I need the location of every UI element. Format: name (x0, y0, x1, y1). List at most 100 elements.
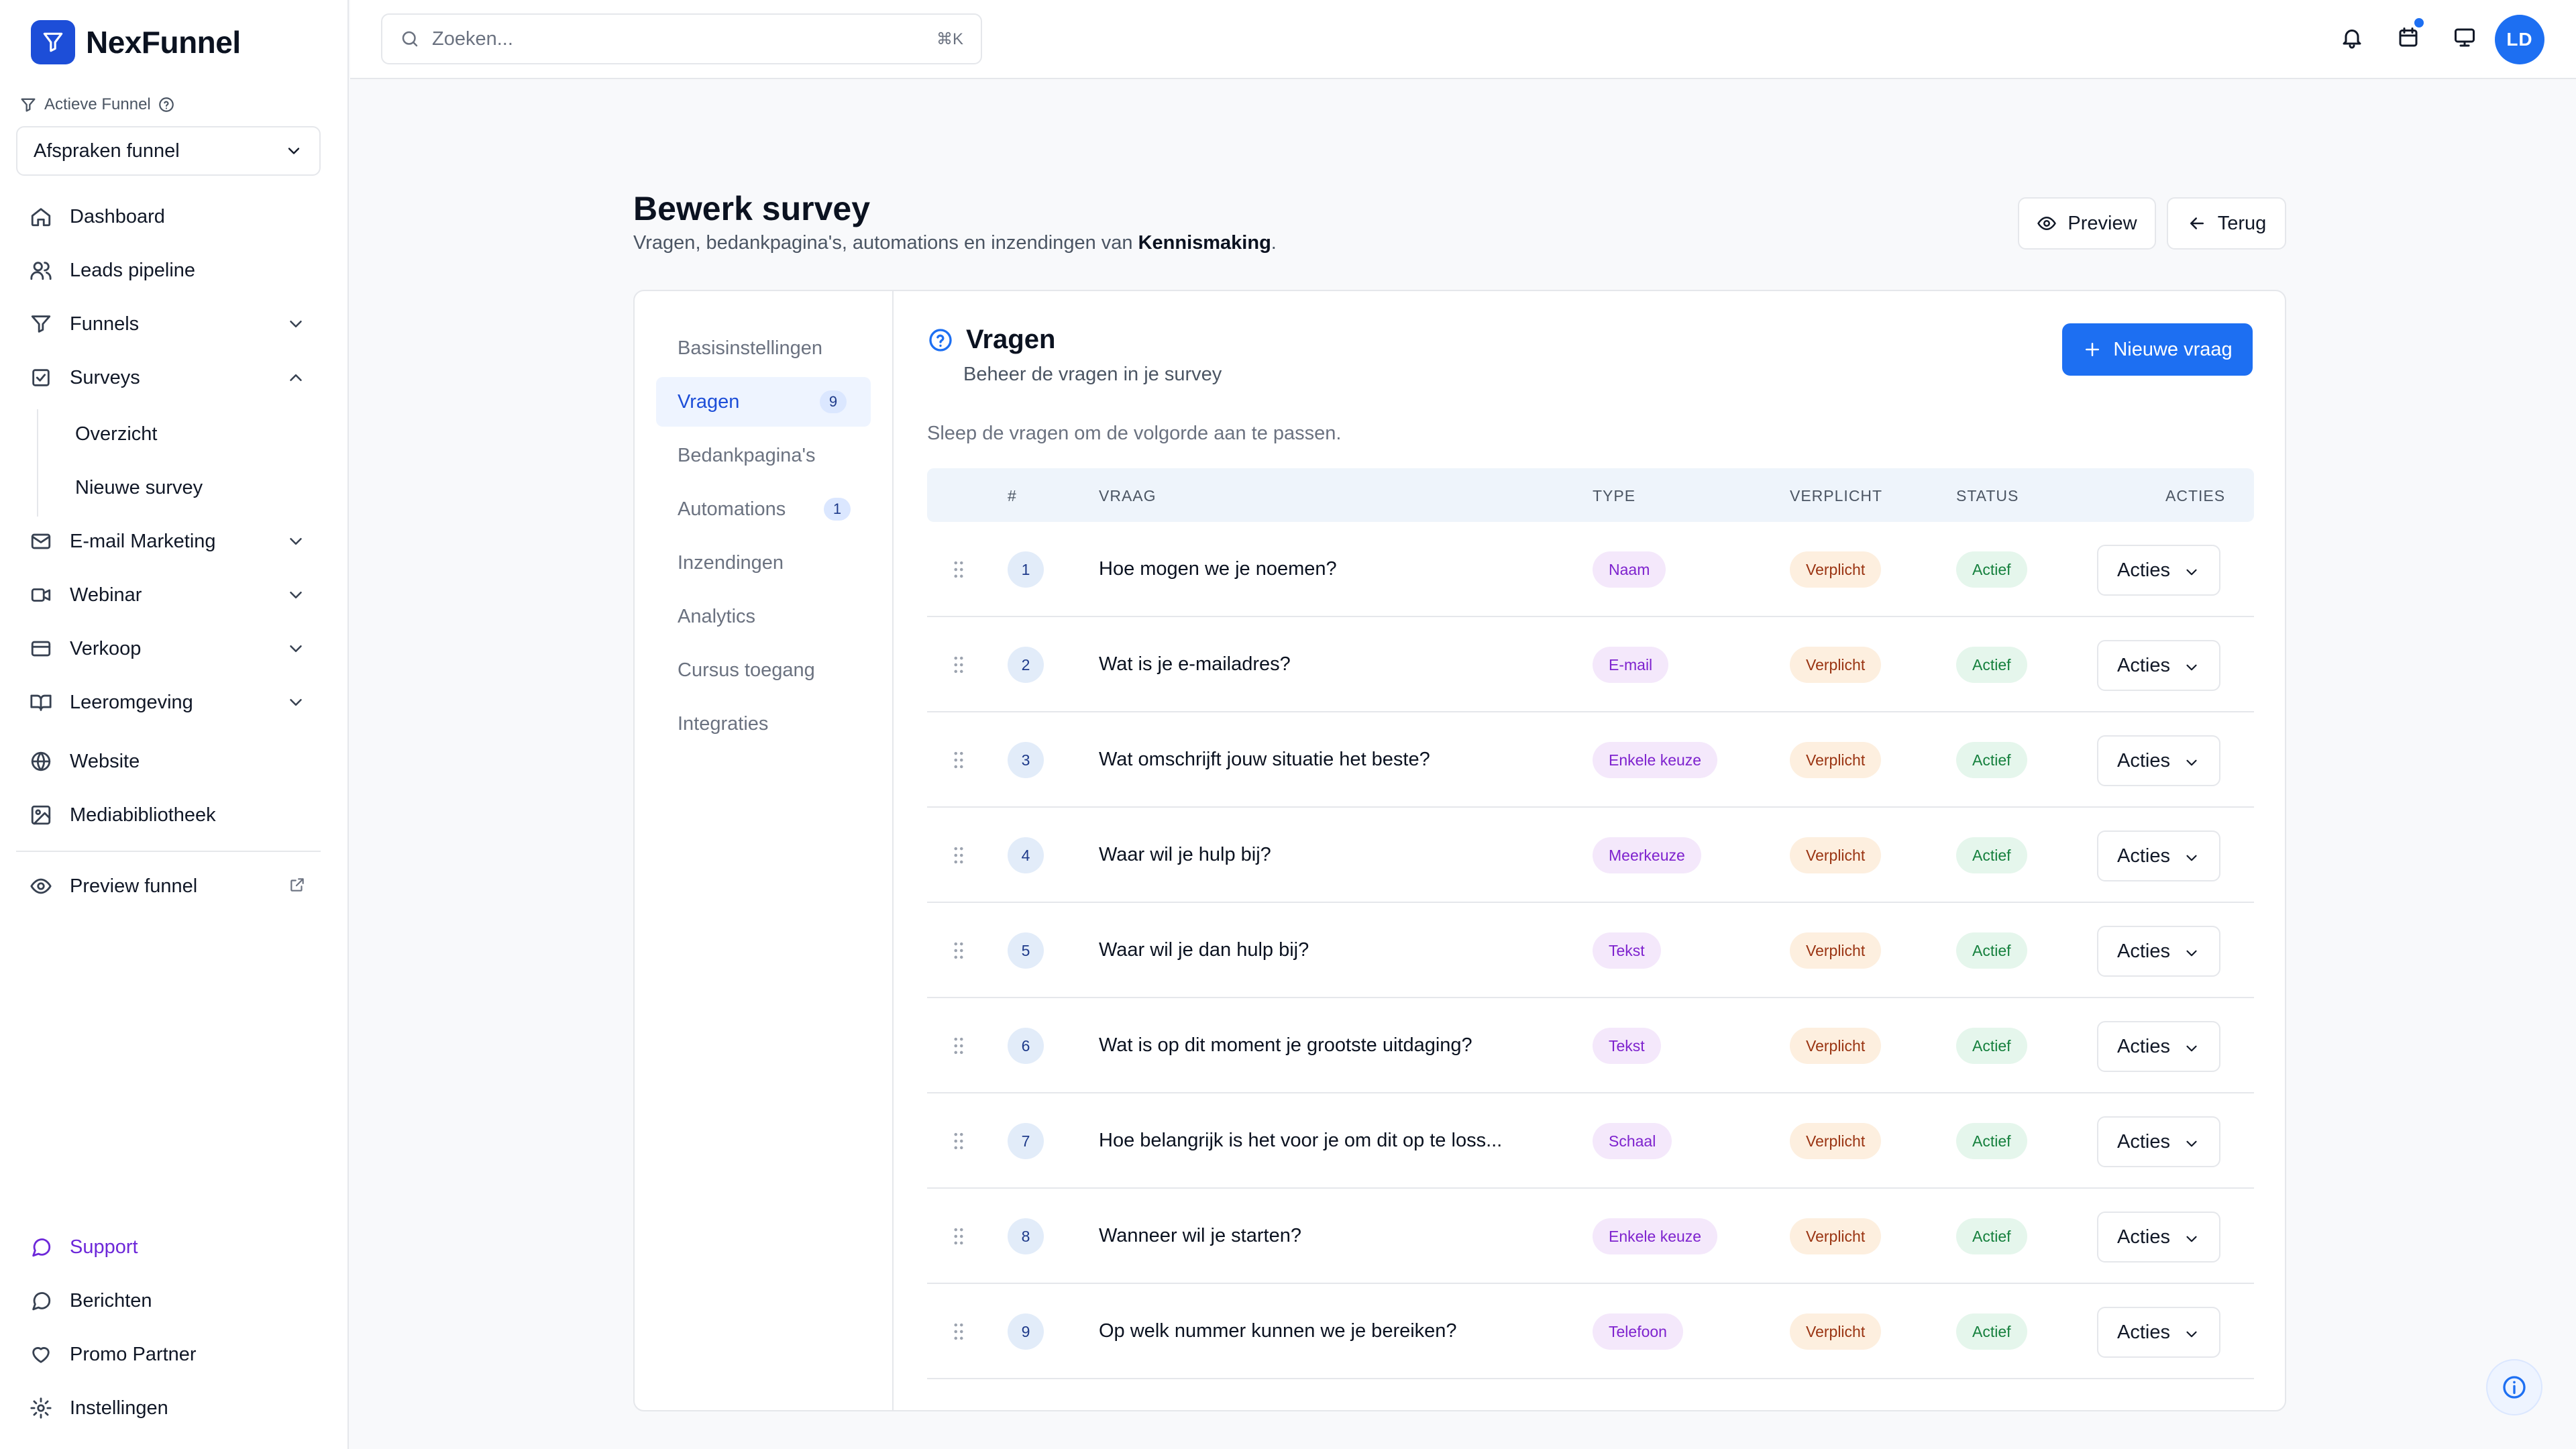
chevron-down-icon (290, 645, 302, 652)
drag-handle-icon[interactable] (947, 749, 970, 771)
tab-cursus-toegang[interactable]: Cursus toegang (656, 645, 871, 695)
table-row[interactable]: 9 Op welk nummer kunnen we je bereiken? Te… (927, 1284, 2254, 1379)
avatar[interactable]: LD (2495, 15, 2544, 64)
tab-automations[interactable]: Automations 1 (656, 484, 871, 534)
row-actions-button[interactable]: Acties (2097, 640, 2220, 691)
search-input[interactable] (432, 28, 936, 50)
row-actions-button[interactable]: Acties (2097, 830, 2220, 881)
tab-vragen[interactable]: Vragen 9 (656, 377, 871, 427)
nav-berichten[interactable]: Berichten (16, 1277, 321, 1324)
row-actions-button[interactable]: Acties (2097, 545, 2220, 596)
drag-handle-icon[interactable] (947, 653, 970, 676)
help-circle-icon[interactable] (158, 96, 175, 113)
drag-handle-icon[interactable] (947, 939, 970, 962)
nav-berichten-label: Berichten (70, 1289, 152, 1311)
funnel-select[interactable]: Afspraken funnel (16, 126, 321, 176)
drag-handle-icon[interactable] (947, 558, 970, 581)
type-badge: Tekst (1593, 932, 1661, 969)
nav-surveys-label: Surveys (70, 366, 140, 388)
table-row[interactable]: 6 Wat is op dit moment je grootste uitdag… (927, 998, 2254, 1093)
mail-icon (31, 533, 51, 549)
question-text: Op welk nummer kunnen we je bereiken? (1099, 1320, 1457, 1342)
nav-leeromgeving[interactable]: Leeromgeving (16, 679, 321, 726)
chevron-down-icon (2186, 664, 2197, 671)
preview-button[interactable]: Preview (2018, 197, 2156, 250)
topbar: ⌘K LD (350, 0, 2576, 79)
tab-label: Analytics (678, 605, 756, 627)
logo[interactable]: NexFunnel (31, 20, 241, 64)
row-actions-label: Acties (2117, 1321, 2170, 1343)
nav-webinar[interactable]: Webinar (16, 572, 321, 619)
required-badge: Verplicht (1790, 551, 1882, 588)
nav-verkoop[interactable]: Verkoop (16, 625, 321, 672)
tab-analytics[interactable]: Analytics (656, 592, 871, 641)
back-button[interactable]: Terug (2167, 197, 2286, 250)
row-actions-button[interactable]: Acties (2097, 1021, 2220, 1072)
drag-handle-icon[interactable] (947, 1225, 970, 1248)
drag-hint: Sleep de vragen om de volgorde aan te pa… (927, 423, 1342, 444)
table-row[interactable]: 2 Wat is je e-mailadres? E-mail Verplicht Ac… (927, 617, 2254, 712)
question-number: 7 (1008, 1123, 1044, 1159)
drag-handle-icon[interactable] (947, 844, 970, 867)
nav-dashboard[interactable]: Dashboard (16, 193, 321, 240)
heart-icon (32, 1347, 50, 1363)
tab-basisinstellingen[interactable]: Basisinstellingen (656, 323, 871, 373)
bell-icon[interactable] (2340, 25, 2364, 50)
credit-card-icon (31, 641, 51, 657)
nav-instellingen[interactable]: Instellingen (16, 1385, 321, 1432)
nav-preview-funnel[interactable]: Preview funnel (16, 863, 321, 910)
search-box[interactable]: ⌘K (381, 13, 982, 64)
nav-leads[interactable]: Leads pipeline (16, 247, 321, 294)
type-badge: Meerkeuze (1593, 837, 1701, 873)
row-actions-button[interactable]: Acties (2097, 1116, 2220, 1167)
app-name: NexFunnel (86, 25, 241, 60)
required-badge: Verplicht (1790, 932, 1882, 969)
funnel-icon (21, 98, 36, 112)
section-heading: Vragen (966, 325, 1056, 354)
status-badge: Actief (1956, 1218, 2027, 1254)
nav-surveys-new[interactable]: Nieuwe survey (75, 464, 317, 511)
row-actions-button[interactable]: Acties (2097, 926, 2220, 977)
table-row[interactable]: 7 Hoe belangrijk is het voor je om dit op… (927, 1093, 2254, 1189)
row-actions-button[interactable]: Acties (2097, 1307, 2220, 1358)
status-badge: Actief (1956, 647, 2027, 683)
tab-bedankpaginas[interactable]: Bedankpagina's (656, 431, 871, 480)
nav-promo-label: Promo Partner (70, 1343, 197, 1365)
tab-integraties[interactable]: Integraties (656, 699, 871, 749)
drag-handle-icon[interactable] (947, 1320, 970, 1343)
nav-website[interactable]: Website (16, 738, 321, 785)
drag-handle-icon[interactable] (947, 1034, 970, 1057)
active-funnel-label: Actieve Funnel (19, 95, 175, 114)
table-row[interactable]: 3 Wat omschrijft jouw situatie het beste?… (927, 712, 2254, 808)
survey-name: Kennismaking (1138, 232, 1271, 254)
nav-mediabibliotheek[interactable]: Mediabibliotheek (16, 792, 321, 839)
tab-label: Inzendingen (678, 551, 784, 574)
search-shortcut: ⌘K (936, 30, 963, 48)
nav-funnels[interactable]: Funnels (16, 301, 321, 347)
col-type: TYPE (1593, 487, 1636, 504)
col-status: STATUS (1956, 487, 2019, 504)
question-text: Hoe mogen we je noemen? (1099, 558, 1337, 580)
nav-email-marketing[interactable]: E-mail Marketing (16, 518, 321, 565)
question-number: 1 (1008, 551, 1044, 588)
required-badge: Verplicht (1790, 647, 1882, 683)
nav-surveys[interactable]: Surveys (16, 354, 321, 401)
row-actions-button[interactable]: Acties (2097, 735, 2220, 786)
nav-promo-partner[interactable]: Promo Partner (16, 1331, 321, 1378)
drag-handle-icon[interactable] (947, 1130, 970, 1152)
table-row[interactable]: 5 Waar wil je dan hulp bij? Tekst Verplicht… (927, 903, 2254, 998)
table-row[interactable]: 4 Waar wil je hulp bij? Meerkeuze Verplicht… (927, 808, 2254, 903)
table-row[interactable]: 8 Wanneer wil je starten? Enkele keuze Verp… (927, 1189, 2254, 1284)
new-question-button[interactable]: Nieuwe vraag (2062, 323, 2253, 376)
info-button[interactable] (2486, 1359, 2542, 1415)
nav-support[interactable]: Support (16, 1224, 321, 1271)
nav-email-label: E-mail Marketing (70, 530, 216, 552)
monitor-icon[interactable] (2453, 25, 2477, 50)
question-text: Wat is op dit moment je grootste uitdagi… (1099, 1034, 1472, 1056)
nav-surveys-overview[interactable]: Overzicht (75, 411, 317, 458)
nav-preview-label: Preview funnel (70, 875, 198, 897)
table-row[interactable]: 1 Hoe mogen we je noemen? Naam Verplicht Act… (927, 522, 2254, 617)
row-actions-button[interactable]: Acties (2097, 1212, 2220, 1263)
tab-inzendingen[interactable]: Inzendingen (656, 538, 871, 588)
table-header: # VRAAG TYPE VERPLICHT STATUS ACTIES (927, 468, 2254, 522)
